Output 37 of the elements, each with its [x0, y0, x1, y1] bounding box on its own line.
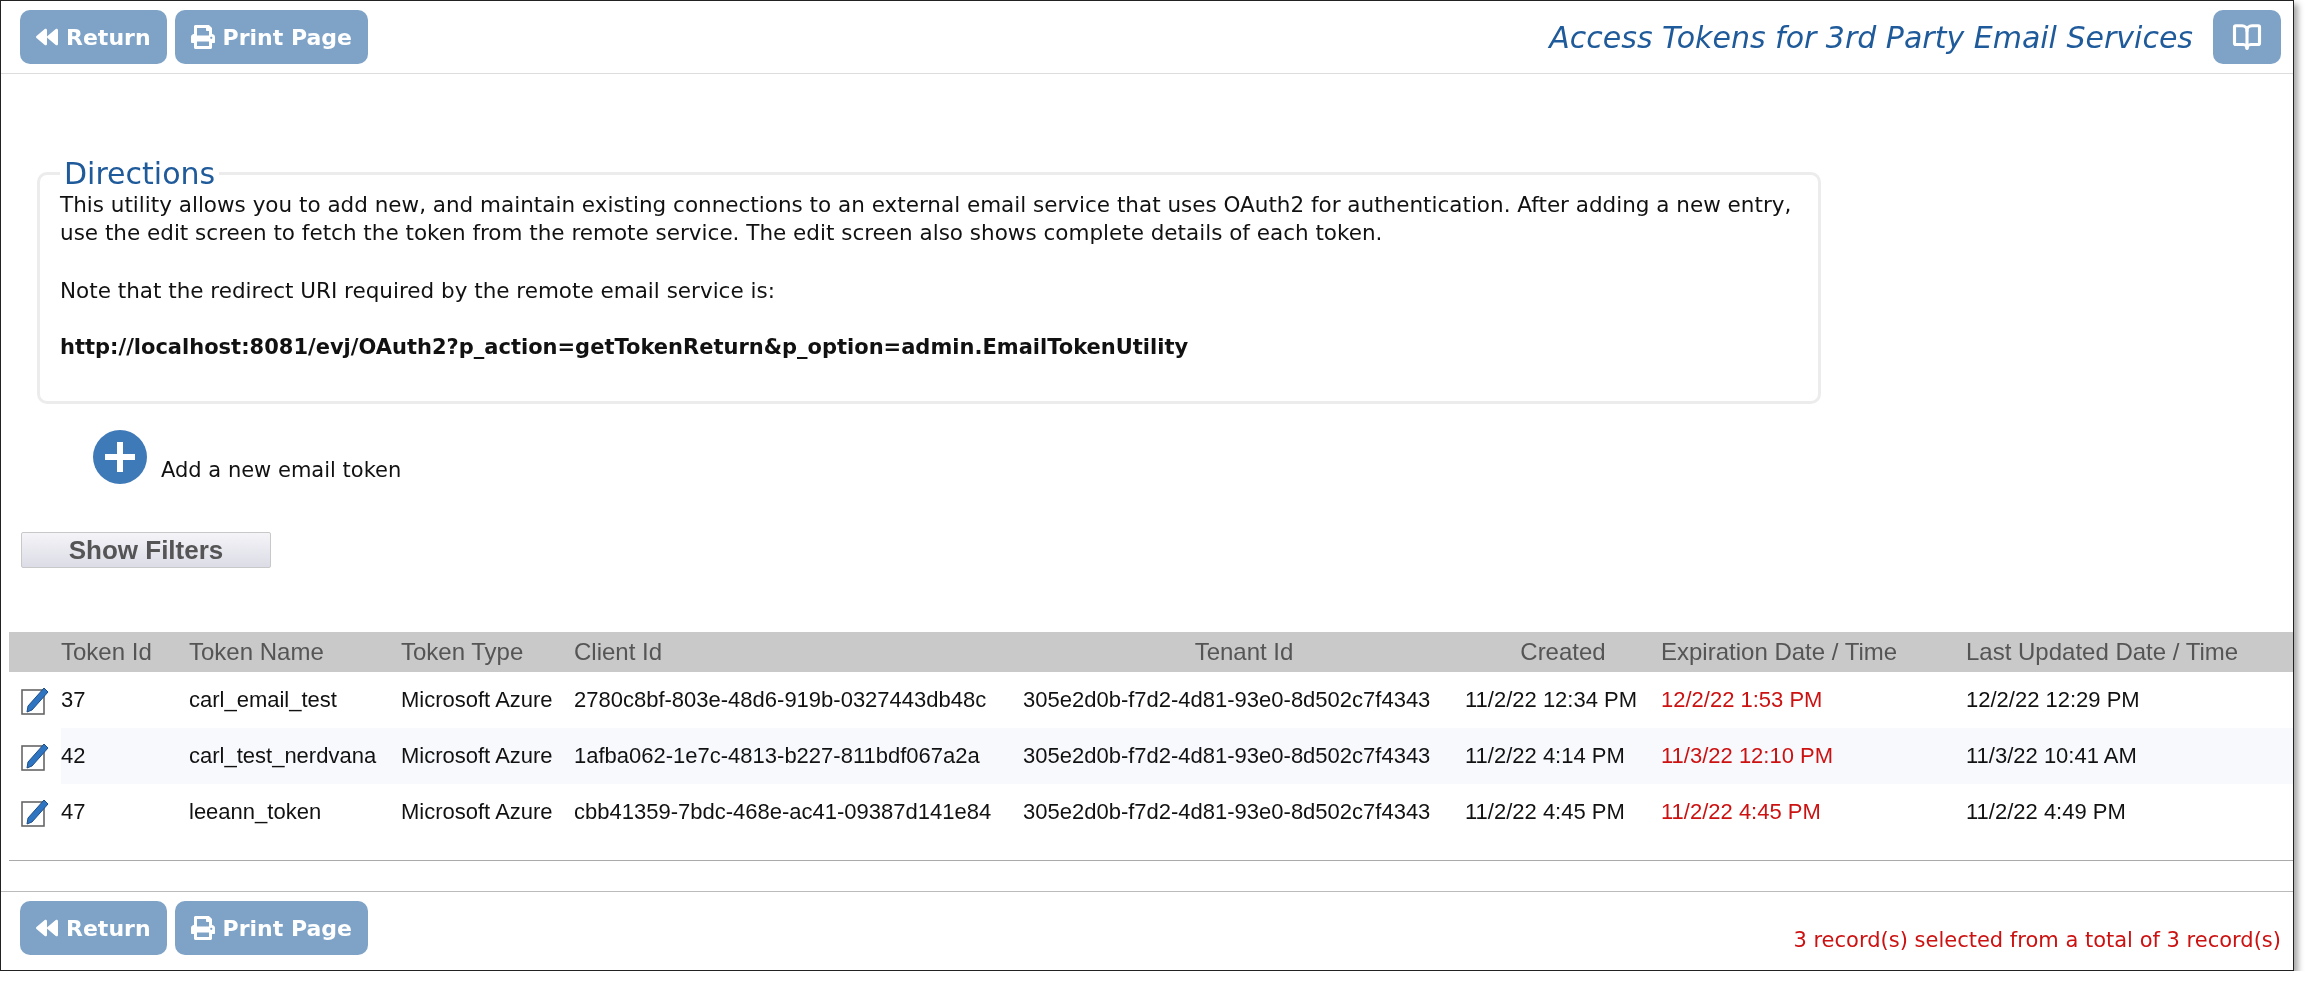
rewind-icon [36, 917, 58, 939]
record-count: 3 record(s) selected from a total of 3 record(s) [1793, 928, 2281, 954]
add-token-link[interactable]: Add a new email token [161, 458, 402, 484]
column-header[interactable]: Token Id [61, 632, 189, 672]
add-icon[interactable] [93, 430, 147, 484]
table-cell: 12/2/22 12:29 PM [1966, 672, 2293, 728]
table-cell: 42 [61, 728, 189, 784]
table-cell: 1afba062-1e7c-4813-b227-811bdf067a2a [574, 728, 1023, 784]
table-cell: 305e2d0b-f7d2-4d81-93e0-8d502c7f4343 [1023, 728, 1465, 784]
print-button[interactable]: Print Page [174, 901, 368, 955]
table-cell: carl_test_nerdvana [189, 728, 401, 784]
column-header[interactable]: Client Id [574, 632, 1023, 672]
table-cell: 11/2/22 4:14 PM [1465, 728, 1661, 784]
directions-legend: Directions [60, 156, 220, 191]
column-header[interactable]: Expiration Date / Time [1661, 632, 1966, 672]
book-icon [2232, 22, 2262, 52]
printer-icon [190, 25, 215, 49]
column-header[interactable]: Tenant Id [1023, 632, 1465, 672]
column-header[interactable]: Created [1465, 632, 1661, 672]
column-header[interactable]: Token Name [189, 632, 401, 672]
column-header[interactable]: Token Type [401, 632, 574, 672]
print-button[interactable]: Print Page [174, 10, 368, 64]
printer-icon [190, 916, 215, 940]
rewind-icon [36, 26, 58, 48]
column-header[interactable]: Last Updated Date / Time [1966, 632, 2293, 672]
return-button[interactable]: Return [20, 10, 167, 64]
table-cell: 11/3/22 12:10 PM [1661, 728, 1966, 784]
directions-text: Note that the redirect URI required by the remote email service is: [60, 277, 776, 305]
table-cell: Microsoft Azure [401, 728, 574, 784]
table-cell: 11/3/22 10:41 AM [1966, 728, 2293, 784]
show-filters-button[interactable]: Show Filters [21, 532, 271, 568]
directions-text: This utility allows you to add new, and maintain existing connections to an external email service that uses OAuth2 for authentication. After adding a new entry, use the edit screen to fetch the token from the remote service. The edit screen also shows complete details of each token. [60, 191, 1793, 247]
table-cell: 11/2/22 4:49 PM [1966, 784, 2293, 840]
help-button[interactable] [2213, 10, 2281, 64]
page-title: Access Tokens for 3rd Party Email Services [1549, 19, 2193, 55]
redirect-uri: http://localhost:8081/evj/OAuth2?p_action=getTokenReturn&p_option=admin.EmailTokenUtility [60, 335, 1190, 359]
return-button[interactable]: Return [20, 901, 167, 955]
